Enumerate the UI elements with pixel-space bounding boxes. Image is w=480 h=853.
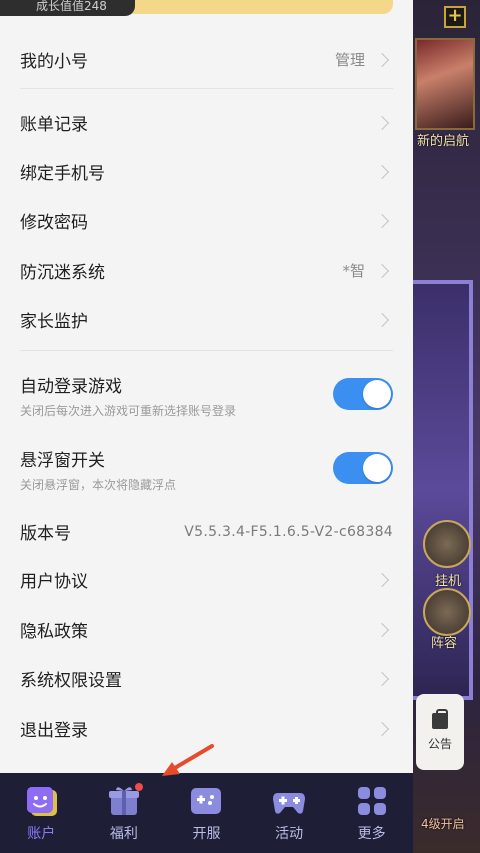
- nav-item-activity[interactable]: 活动: [248, 773, 331, 853]
- alt-account-label: 我的小号: [20, 52, 88, 72]
- anti-addiction-value: *智: [342, 262, 365, 280]
- toggle-knob: [363, 380, 391, 408]
- game-character-portrait: [415, 38, 475, 130]
- logout-label: 退出登录: [20, 721, 88, 741]
- menu-item-billing[interactable]: 账单记录: [0, 98, 413, 147]
- briefcase-icon: [432, 708, 448, 729]
- grid-icon: [355, 785, 389, 817]
- nav-item-account[interactable]: 账户: [0, 773, 83, 853]
- divider: [20, 88, 393, 89]
- anti-addiction-label: 防沉迷系统: [20, 263, 105, 283]
- notice-button[interactable]: 公告: [416, 694, 464, 770]
- chevron-right-icon: [374, 572, 390, 587]
- auto-login-label: 自动登录游戏: [20, 377, 122, 397]
- game-label-idle: 挂机: [435, 574, 462, 589]
- panel-header: 成长值值248: [0, 0, 413, 16]
- billing-label: 账单记录: [20, 115, 88, 135]
- user-agreement-label: 用户协议: [20, 572, 88, 592]
- menu-item-parental[interactable]: 家长监护: [0, 295, 413, 344]
- privacy-label: 隐私政策: [20, 622, 88, 642]
- float-window-description: 关闭悬浮窗，本次将隐藏浮点: [20, 478, 177, 492]
- nav-label-welfare: 福利: [109, 826, 138, 842]
- divider: [20, 350, 393, 351]
- annotation-arrow-icon: [162, 744, 214, 776]
- chevron-right-icon: [374, 622, 390, 637]
- game-lineup-button[interactable]: [423, 588, 471, 636]
- account-icon: [24, 785, 58, 817]
- game-label-unlock: 4级开启: [421, 817, 465, 831]
- version-value: V5.5.3.4-F5.1.6.5-V2-c68384: [184, 523, 393, 540]
- toggle-knob: [363, 454, 391, 482]
- chevron-right-icon: [374, 164, 390, 179]
- chevron-right-icon: [374, 213, 390, 228]
- notice-label: 公告: [427, 736, 452, 751]
- chevron-right-icon: [374, 312, 390, 327]
- parental-label: 家长监护: [20, 312, 88, 332]
- menu-item-permissions[interactable]: 系统权限设置: [0, 654, 413, 703]
- nav-label-server: 开服: [192, 826, 221, 842]
- nav-label-account: 账户: [27, 826, 56, 842]
- growth-progress-bar: [130, 0, 393, 14]
- game-add-button[interactable]: +: [444, 6, 466, 28]
- change-password-label: 修改密码: [20, 213, 88, 233]
- nav-item-welfare[interactable]: 福利: [83, 773, 166, 853]
- nav-item-more[interactable]: 更多: [330, 773, 413, 853]
- menu-item-anti-addiction[interactable]: 防沉迷系统 *智: [0, 246, 413, 295]
- version-row: 版本号 V5.5.3.4-F5.1.6.5-V2-c68384: [0, 507, 413, 556]
- menu-item-bind-phone[interactable]: 绑定手机号: [0, 147, 413, 196]
- setting-float-window: 悬浮窗开关 关闭悬浮窗，本次将隐藏浮点: [0, 438, 413, 502]
- menu-item-change-password[interactable]: 修改密码: [0, 196, 413, 245]
- bind-phone-label: 绑定手机号: [20, 164, 105, 184]
- bottom-navigation: 账户 福利 开服 活动 更多: [0, 773, 413, 853]
- nav-item-server[interactable]: 开服: [165, 773, 248, 853]
- growth-value-label: 成长值值248: [0, 0, 135, 16]
- nav-label-activity: 活动: [275, 826, 304, 842]
- server-icon: [189, 785, 223, 817]
- gift-icon: [107, 783, 143, 817]
- float-window-label: 悬浮窗开关: [20, 451, 105, 471]
- alt-account-manage: 管理: [334, 51, 365, 69]
- permissions-label: 系统权限设置: [20, 671, 122, 691]
- chevron-right-icon: [374, 52, 390, 67]
- game-label-sail: 新的启航: [417, 134, 470, 149]
- gamepad-icon: [272, 785, 306, 817]
- menu-item-privacy[interactable]: 隐私政策: [0, 605, 413, 654]
- menu-item-user-agreement[interactable]: 用户协议: [0, 555, 413, 604]
- chevron-right-icon: [374, 115, 390, 130]
- chevron-right-icon: [374, 671, 390, 686]
- version-label: 版本号: [20, 524, 71, 544]
- float-window-toggle[interactable]: [333, 452, 393, 484]
- auto-login-toggle[interactable]: [333, 378, 393, 410]
- setting-auto-login: 自动登录游戏 关闭后每次进入游戏可重新选择账号登录: [0, 364, 413, 428]
- account-settings-panel: 成长值值248 我的小号 管理 账单记录 绑定手机号 修改密码 防沉迷系统 *智…: [0, 0, 413, 773]
- chevron-right-icon: [374, 721, 390, 736]
- badge-dot: [134, 783, 143, 791]
- nav-label-more: 更多: [357, 826, 386, 842]
- game-label-lineup: 阵容: [431, 636, 458, 651]
- chevron-right-icon: [374, 263, 390, 278]
- game-idle-button[interactable]: [423, 520, 471, 568]
- auto-login-description: 关闭后每次进入游戏可重新选择账号登录: [20, 404, 237, 418]
- menu-item-alt-account[interactable]: 我的小号 管理: [0, 35, 413, 84]
